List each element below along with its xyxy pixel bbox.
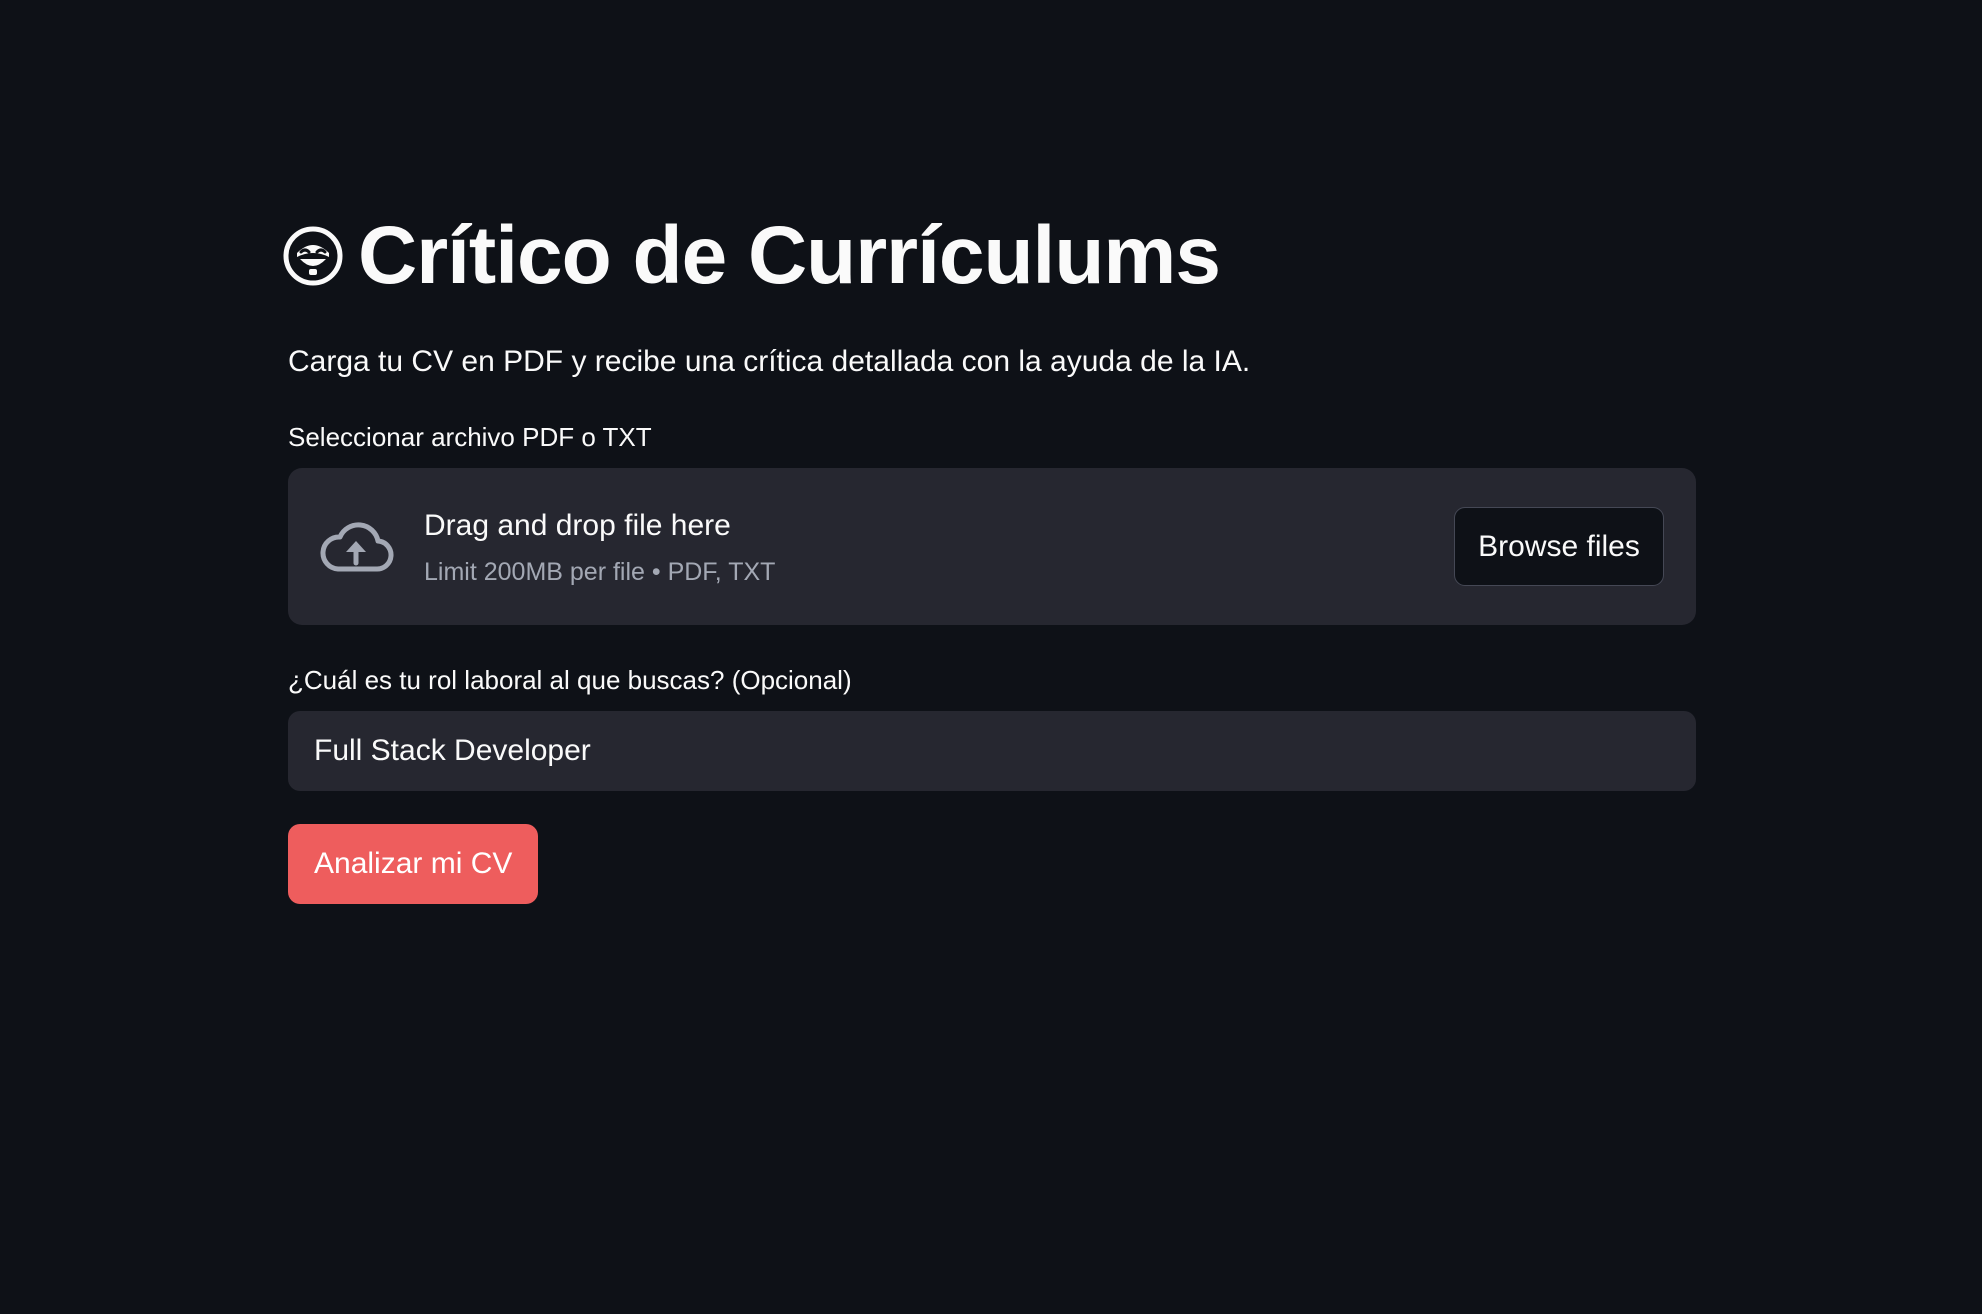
dropzone-limit-text: Limit 200MB per file • PDF, TXT <box>424 557 776 586</box>
role-input[interactable] <box>288 711 1696 791</box>
dropzone-instructions: Drag and drop file here Limit 200MB per … <box>424 506 775 588</box>
page-header: Crítico de Currículums <box>283 208 1696 304</box>
page-description: Carga tu CV en PDF y recibe una crítica … <box>288 345 1251 378</box>
page-title: Crítico de Currículums <box>358 210 1221 301</box>
main-content: Crítico de Currículums Carga tu CV en PD… <box>283 208 1696 904</box>
smiling-face-icon <box>282 225 344 287</box>
dropzone-title: Drag and drop file here <box>424 508 731 542</box>
file-uploader-label: Seleccionar archivo PDF o TXT <box>288 422 652 452</box>
cloud-upload-icon <box>318 519 394 575</box>
analyze-cv-button[interactable]: Analizar mi CV <box>288 824 539 904</box>
file-dropzone[interactable]: Drag and drop file here Limit 200MB per … <box>288 468 1696 625</box>
role-input-label: ¿Cuál es tu rol laboral al que buscas? (… <box>288 665 852 695</box>
browse-files-button[interactable]: Browse files <box>1454 507 1664 586</box>
